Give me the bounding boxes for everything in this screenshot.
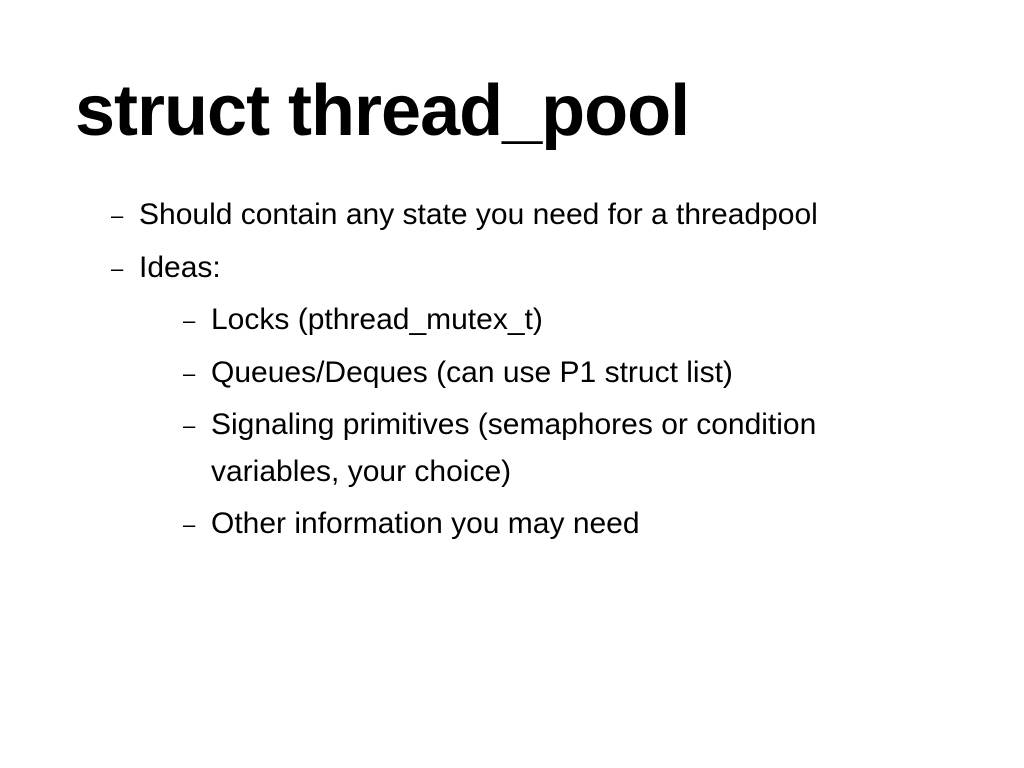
bullet-dash-icon: – [183, 501, 211, 542]
bullet-text: Should contain any state you need for a … [139, 192, 949, 239]
list-item: – Locks (pthread_mutex_t) [75, 297, 949, 344]
bullet-list: – Should contain any state you need for … [75, 192, 949, 548]
bullet-text: Signaling primitives (semaphores or cond… [211, 402, 949, 495]
list-item: – Other information you may need [75, 501, 949, 548]
bullet-dash-icon: – [183, 297, 211, 338]
bullet-text: Queues/Deques (can use P1 struct list) [211, 350, 949, 397]
bullet-text: Locks (pthread_mutex_t) [211, 297, 949, 344]
list-item: – Signaling primitives (semaphores or co… [75, 402, 949, 495]
bullet-dash-icon: – [111, 192, 139, 233]
bullet-text: Ideas: [139, 245, 949, 292]
bullet-dash-icon: – [111, 245, 139, 286]
list-item: – Should contain any state you need for … [75, 192, 949, 239]
slide-title: struct thread_pool [75, 70, 949, 152]
bullet-dash-icon: – [183, 350, 211, 391]
list-item: – Ideas: [75, 245, 949, 292]
bullet-dash-icon: – [183, 402, 211, 443]
list-item: – Queues/Deques (can use P1 struct list) [75, 350, 949, 397]
bullet-text: Other information you may need [211, 501, 949, 548]
